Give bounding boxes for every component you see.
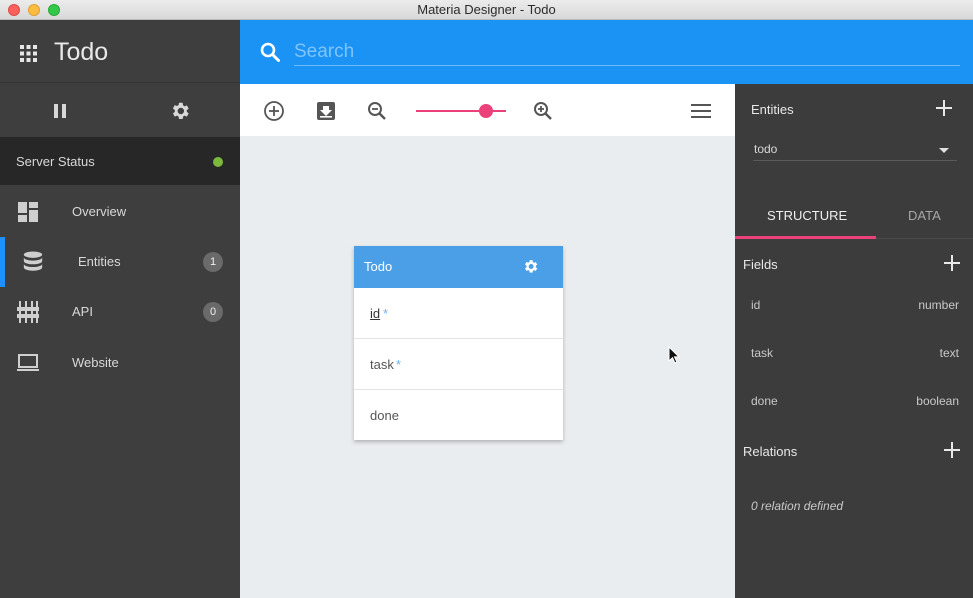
sidebar-item-overview[interactable]: Overview (0, 187, 240, 237)
sidebar: Todo Server Status Overview Entities 1 A… (0, 20, 240, 598)
tab-data[interactable]: DATA (908, 208, 941, 223)
field-name: task (751, 346, 774, 360)
api-count-badge: 0 (203, 302, 223, 322)
search-bar (240, 20, 973, 84)
design-canvas[interactable]: Todo id * task * done (240, 136, 735, 598)
server-controls (0, 83, 240, 137)
field-name: id (370, 306, 381, 321)
entity-select-value: todo (754, 142, 778, 156)
field-row-done[interactable]: done boolean (735, 378, 973, 426)
entity-card-title: Todo (364, 259, 393, 274)
entity-card[interactable]: Todo id * task * done (354, 246, 563, 440)
window-title: Materia Designer - Todo (417, 2, 556, 17)
server-status: Server Status (0, 137, 240, 185)
active-indicator (0, 237, 5, 287)
zoom-in-icon[interactable] (532, 100, 554, 122)
window-titlebar: Materia Designer - Todo (0, 0, 973, 20)
add-entity-icon[interactable] (936, 100, 952, 116)
entities-count-badge: 1 (203, 252, 223, 272)
field-name: id (751, 298, 761, 312)
pause-icon[interactable] (53, 104, 67, 118)
search-icon (260, 42, 280, 62)
field-name: done (370, 408, 399, 423)
mouse-cursor-icon (668, 346, 680, 364)
sidebar-item-label: Entities (78, 254, 121, 269)
add-circle-icon[interactable] (263, 100, 285, 122)
app-title: Todo (54, 38, 109, 66)
field-row-task[interactable]: task text (735, 330, 973, 378)
active-tab-indicator (735, 236, 876, 239)
server-status-indicator (213, 157, 223, 167)
app-header: Todo (0, 20, 240, 83)
add-relation-icon[interactable] (944, 442, 960, 458)
sidebar-item-api[interactable]: API 0 (0, 287, 240, 337)
menu-icon[interactable] (690, 100, 712, 122)
gear-icon[interactable] (169, 100, 191, 122)
required-marker: * (383, 306, 389, 321)
database-icon (23, 251, 43, 271)
import-icon[interactable] (315, 100, 337, 122)
sidebar-item-label: API (72, 304, 93, 319)
zoom-out-icon[interactable] (366, 100, 388, 122)
server-status-label: Server Status (16, 154, 95, 169)
sidebar-item-label: Overview (72, 204, 127, 219)
panel-tabs: STRUCTURE DATA (735, 194, 973, 239)
chevron-down-icon (939, 148, 949, 153)
sliders-icon (17, 301, 39, 323)
add-field-icon[interactable] (944, 255, 960, 271)
entities-heading: Entities (751, 102, 794, 117)
field-type: boolean (916, 394, 959, 408)
entity-card-header: Todo (354, 246, 563, 288)
dashboard-icon (18, 202, 38, 222)
sidebar-item-entities[interactable]: Entities 1 (0, 237, 240, 287)
required-marker: * (396, 357, 402, 372)
sidebar-item-label: Website (72, 355, 119, 370)
zoom-slider[interactable] (416, 101, 508, 121)
laptop-icon (17, 354, 39, 371)
field-name: done (751, 394, 778, 408)
entity-field-row[interactable]: done (354, 390, 563, 440)
relations-heading: Relations (743, 444, 798, 459)
zoom-slider-thumb[interactable] (479, 104, 494, 118)
sidebar-item-website[interactable]: Website (0, 338, 240, 388)
field-type: text (939, 346, 959, 360)
relations-empty-text: 0 relation defined (751, 499, 844, 513)
designer-toolbar (240, 84, 735, 136)
search-input[interactable] (294, 38, 960, 66)
entity-select[interactable]: todo (753, 139, 957, 161)
field-row-id[interactable]: id number (735, 282, 973, 330)
tab-structure[interactable]: STRUCTURE (767, 208, 847, 223)
fields-heading: Fields (743, 257, 778, 272)
right-panel: Entities todo STRUCTURE DATA Fields id n… (735, 84, 973, 598)
field-name: task (370, 357, 394, 372)
field-type: number (918, 298, 959, 312)
gear-icon[interactable] (522, 258, 539, 275)
apps-grid-icon[interactable] (20, 45, 37, 62)
entity-field-row[interactable]: id * (354, 288, 563, 339)
entity-field-row[interactable]: task * (354, 339, 563, 390)
